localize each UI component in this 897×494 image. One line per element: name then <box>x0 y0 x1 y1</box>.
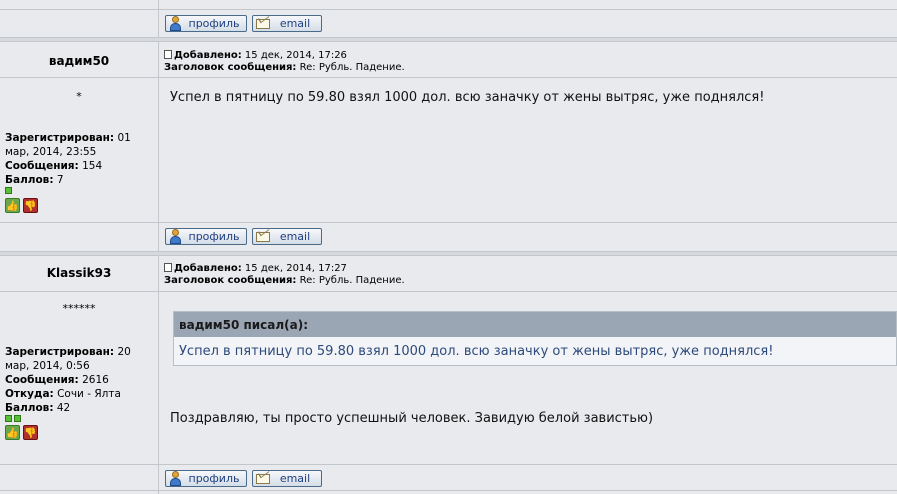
post-author[interactable]: вадим50 <box>0 54 158 68</box>
user-details: Зарегистрирован: 20 мар, 2014, 0:56 Сооб… <box>5 346 131 414</box>
user-rank: * <box>76 90 82 103</box>
envelope-icon <box>255 12 270 31</box>
email-button[interactable]: email <box>252 12 322 32</box>
user-rank: ****** <box>62 302 96 315</box>
post-body: Поздравляю, ты просто успешный человек. … <box>170 411 654 426</box>
user-icon <box>168 229 183 244</box>
profile-button[interactable]: профиль <box>165 15 247 32</box>
profile-button[interactable]: профиль <box>165 470 247 487</box>
quote-header: вадим50 писал(а): <box>174 312 896 337</box>
post-header: Добавлено: 15 дек, 2014, 17:27 Заголовок… <box>164 263 405 286</box>
email-button[interactable]: email <box>252 467 322 487</box>
envelope-icon <box>255 225 270 244</box>
user-icon <box>168 16 183 31</box>
quote-block: вадим50 писал(а): Успел в пятницу по 59.… <box>173 311 897 366</box>
user-icon <box>168 471 183 486</box>
quote-text: Успел в пятницу по 59.80 взял 1000 дол. … <box>179 344 774 359</box>
user-details: Зарегистрирован: 01 мар, 2014, 23:55 Соо… <box>5 132 131 186</box>
post-icon[interactable] <box>164 263 172 272</box>
post-icon[interactable] <box>164 50 172 59</box>
post-separator <box>0 37 897 42</box>
reputation-bar <box>14 415 21 422</box>
post-body: Успел в пятницу по 59.80 взял 1000 дол. … <box>170 90 765 105</box>
post-separator <box>0 251 897 256</box>
thumbs-up-icon[interactable]: 👍 <box>5 425 20 440</box>
thumbs-down-icon[interactable]: 👎 <box>23 198 38 213</box>
reputation-bar <box>5 187 12 194</box>
thumbs-down-icon[interactable]: 👎 <box>23 425 38 440</box>
post-author[interactable]: Klassik93 <box>0 266 158 280</box>
profile-button[interactable]: профиль <box>165 228 247 245</box>
email-button[interactable]: email <box>252 225 322 245</box>
post-header: Добавлено: 15 дек, 2014, 17:26 Заголовок… <box>164 50 405 73</box>
reputation-bar <box>5 415 12 422</box>
thumbs-up-icon[interactable]: 👍 <box>5 198 20 213</box>
envelope-icon <box>255 467 270 486</box>
